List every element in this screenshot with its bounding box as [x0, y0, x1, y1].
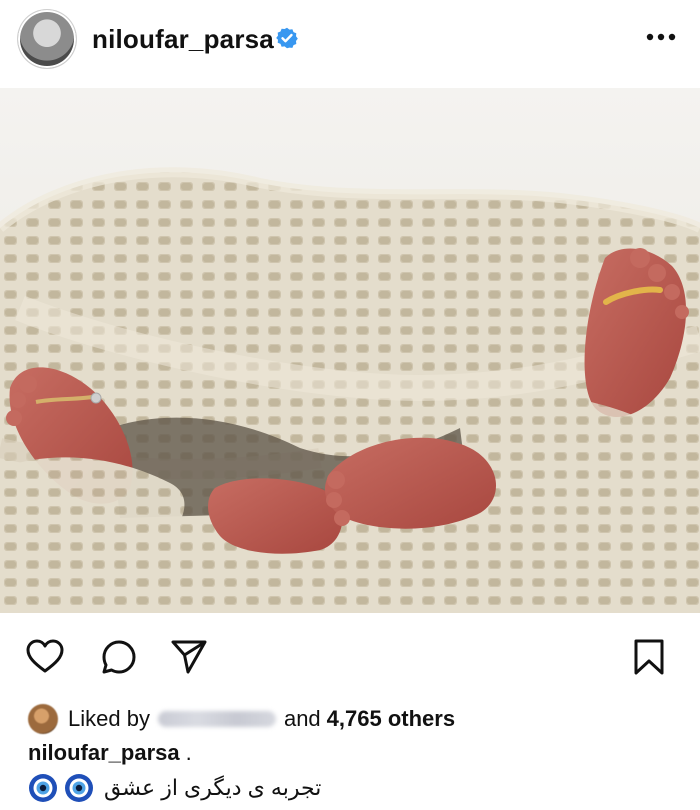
post-photo[interactable] [0, 88, 700, 613]
post-username[interactable]: niloufar_parsa [92, 24, 274, 55]
post-header: niloufar_parsa [0, 0, 700, 84]
send-icon[interactable] [168, 636, 210, 678]
comment-icon[interactable] [98, 636, 140, 678]
bookmark-icon[interactable] [628, 636, 670, 678]
liker-username-blurred [157, 711, 276, 727]
heart-icon[interactable] [24, 636, 66, 678]
avatar[interactable] [18, 10, 76, 68]
nazar-amulet-icon [29, 774, 57, 802]
likes-count[interactable]: 4,765 others [327, 706, 455, 732]
caption-text-row: تجربه ی دیگری از عشق [28, 770, 321, 806]
more-horizontal-icon [646, 33, 676, 41]
baby-feet-image [0, 88, 700, 613]
caption-username[interactable]: niloufar_parsa [28, 740, 180, 765]
post-actions-bar [0, 628, 700, 684]
caption-suffix: . [185, 740, 192, 765]
likes-and: and [283, 706, 321, 731]
liker-avatar [28, 704, 58, 734]
caption-text: تجربه ی دیگری از عشق [104, 775, 322, 800]
caption-header: niloufar_parsa. [28, 740, 192, 766]
likes-summary[interactable]: Liked by and 4,765 others [28, 702, 455, 736]
likes-prefix: Liked by [68, 706, 150, 731]
nazar-amulet-icon [65, 774, 93, 802]
verified-badge-icon [276, 27, 298, 49]
more-options-button[interactable] [641, 22, 681, 52]
